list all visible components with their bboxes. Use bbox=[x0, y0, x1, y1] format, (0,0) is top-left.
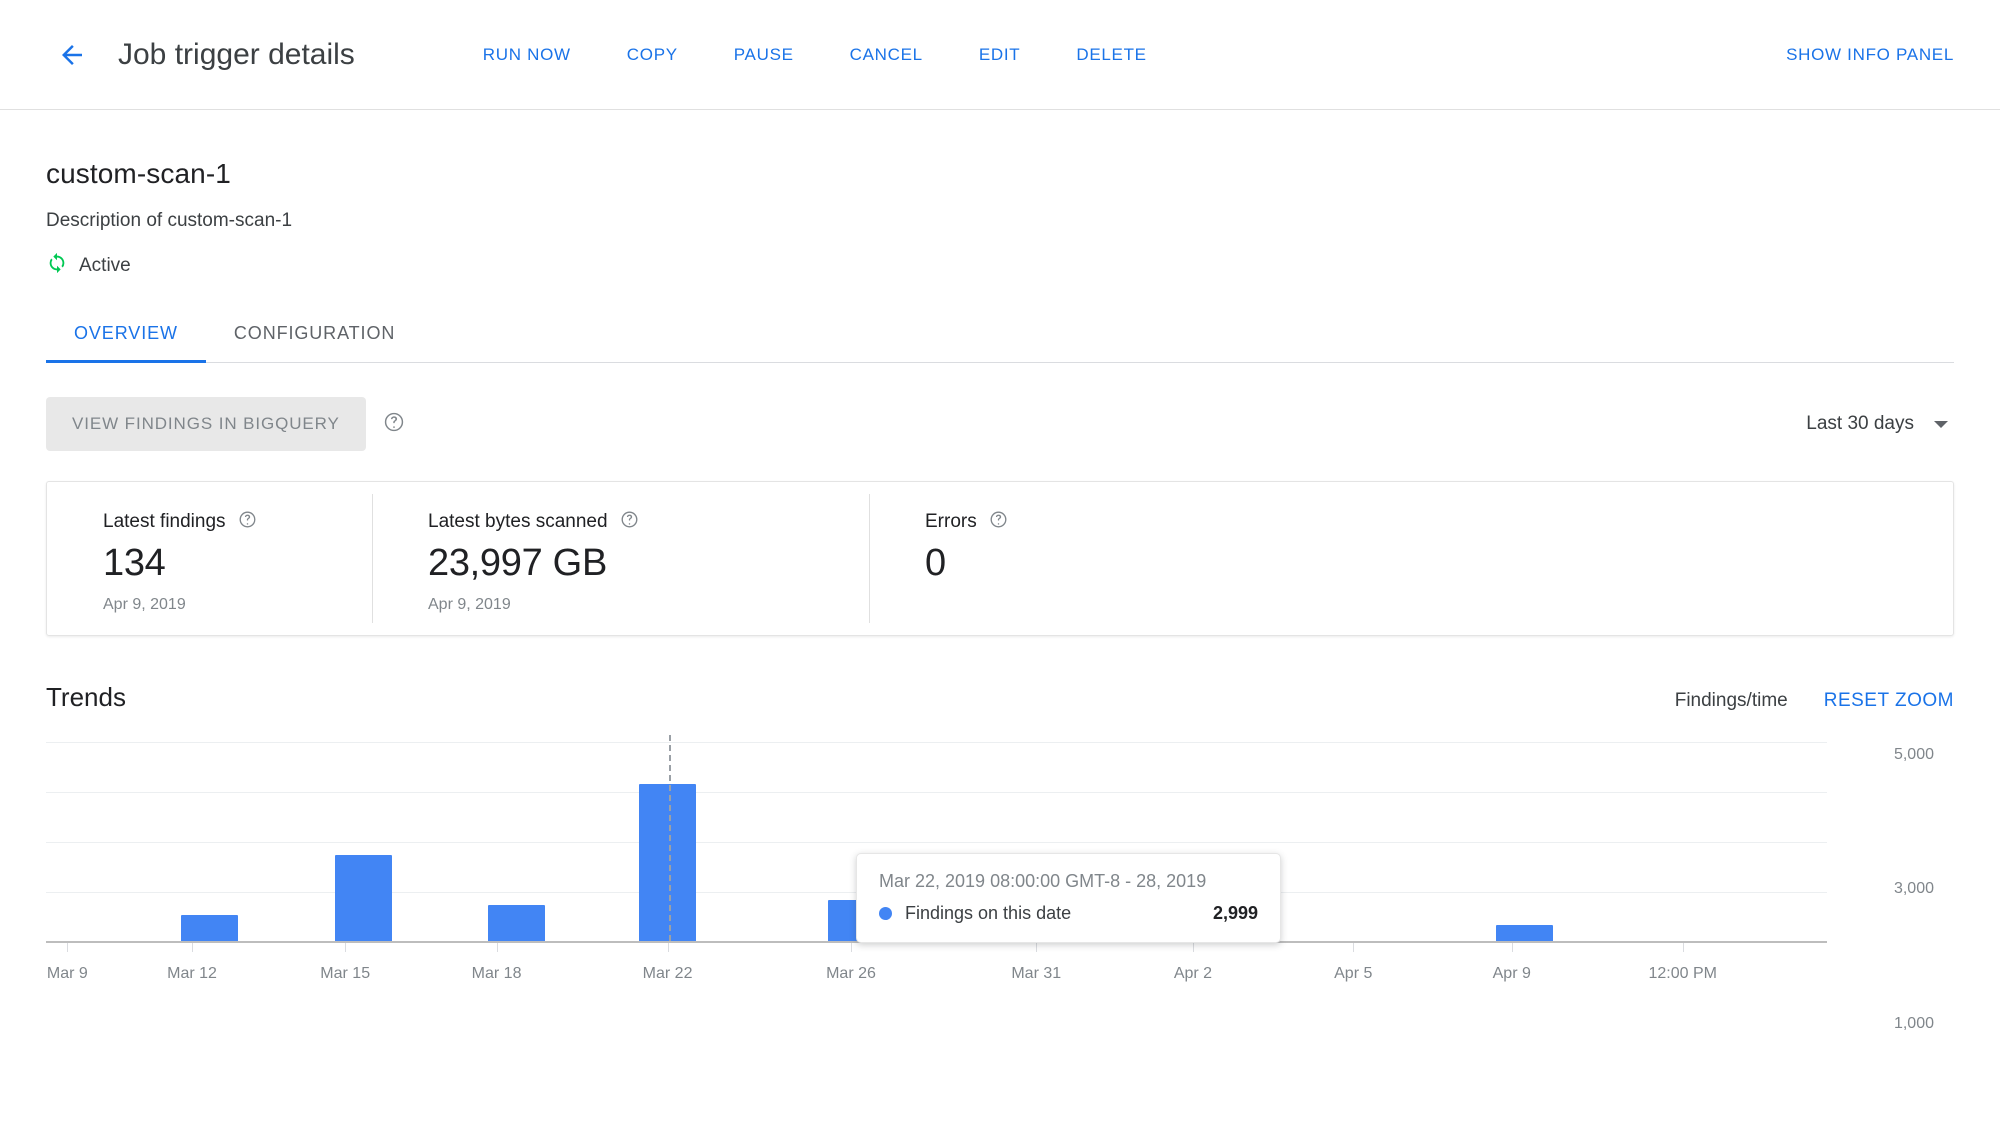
page-title: Job trigger details bbox=[118, 37, 355, 71]
chart-gridline bbox=[46, 792, 1827, 794]
chart-x-tick bbox=[851, 943, 852, 952]
card-value: 23,997 GB bbox=[428, 542, 607, 584]
chart-y-tick-label: 1,000 bbox=[1893, 1015, 1934, 1033]
metric-label: Findings/time bbox=[1674, 690, 1788, 711]
card-header: Latest findings bbox=[103, 510, 372, 534]
card-title: Errors bbox=[925, 511, 977, 532]
scan-name: custom-scan-1 bbox=[46, 158, 231, 189]
chart-bar[interactable] bbox=[639, 783, 697, 941]
help-circle-icon[interactable] bbox=[383, 411, 405, 438]
help-circle-icon[interactable] bbox=[989, 510, 1008, 534]
chart-hover-marker bbox=[669, 735, 672, 941]
overview-toolbar: VIEW FINDINGS IN BIGQUERY Last 30 days bbox=[46, 397, 1954, 451]
chart-x-tick-label: Mar 26 bbox=[826, 965, 876, 982]
active-refresh-icon bbox=[46, 252, 68, 279]
chart-x-tick bbox=[345, 943, 347, 952]
chart-x-tick-label: Mar 22 bbox=[642, 965, 693, 982]
delete-button[interactable]: DELETE bbox=[1048, 35, 1174, 75]
scan-description: Description of custom-scan-1 bbox=[46, 210, 293, 231]
chart-tooltip: Mar 22, 2019 08:00:00 GMT-8 - 28, 2019 F… bbox=[856, 853, 1281, 943]
chart-bar[interactable] bbox=[487, 904, 545, 941]
chart-bar[interactable] bbox=[1495, 925, 1553, 941]
card-date: Apr 9, 2019 bbox=[428, 596, 511, 613]
tab-bar: OVERVIEW CONFIGURATION bbox=[46, 323, 1954, 363]
card-latest-bytes-scanned: Latest bytes scanned 23,997 GB Apr 9, 20… bbox=[372, 482, 869, 635]
chart-y-tick-label: 3,000 bbox=[1893, 880, 1934, 898]
chart-gridline bbox=[46, 742, 1827, 744]
back-button[interactable] bbox=[50, 33, 94, 77]
chart-x-tick-label: Apr 9 bbox=[1492, 965, 1531, 982]
chart-x-tick bbox=[1192, 943, 1194, 952]
card-latest-findings: Latest findings 134 Apr 9, 2019 bbox=[47, 482, 372, 635]
tab-overview[interactable]: OVERVIEW bbox=[46, 323, 206, 363]
time-range-value: Last 30 days bbox=[1806, 413, 1914, 434]
edit-button[interactable]: EDIT bbox=[951, 35, 1049, 75]
card-value: 134 bbox=[103, 542, 166, 584]
chart-x-tick-label: Mar 31 bbox=[1011, 965, 1062, 982]
chart-x-tick-label: Apr 2 bbox=[1173, 965, 1213, 982]
card-header: Latest bytes scanned bbox=[428, 510, 869, 534]
time-range-dropdown[interactable]: Last 30 days bbox=[1806, 413, 1954, 435]
status-badge: Active bbox=[46, 252, 1954, 279]
help-circle-icon[interactable] bbox=[620, 510, 639, 534]
chart-x-tick bbox=[192, 943, 194, 952]
chart-x-tick bbox=[1353, 943, 1355, 952]
chevron-down-icon bbox=[1934, 420, 1948, 428]
card-value: 0 bbox=[925, 542, 946, 584]
chart-x-tick-label: Mar 9 bbox=[46, 965, 88, 982]
chart-x-tick-label: Apr 5 bbox=[1334, 965, 1373, 982]
status-label: Active bbox=[79, 254, 131, 276]
cancel-button[interactable]: CANCEL bbox=[822, 35, 951, 75]
arrow-left-icon bbox=[57, 40, 87, 70]
chart-x-tick bbox=[67, 943, 69, 952]
chart-gridline bbox=[46, 842, 1827, 844]
run-now-button[interactable]: RUN NOW bbox=[455, 35, 599, 75]
chart-x-tick-label: 12:00 PM bbox=[1648, 965, 1717, 982]
tooltip-date-range: Mar 22, 2019 08:00:00 GMT-8 - 28, 2019 bbox=[879, 871, 1207, 891]
show-info-panel-button[interactable]: SHOW INFO PANEL bbox=[1780, 35, 1960, 75]
tab-configuration[interactable]: CONFIGURATION bbox=[206, 323, 423, 362]
chart-y-tick-label: 5,000 bbox=[1893, 745, 1934, 763]
card-errors: Errors 0 bbox=[869, 482, 1953, 635]
app-bar: Job trigger details RUN NOW COPY PAUSE C… bbox=[0, 0, 2000, 110]
trends-header: Trends Findings/time RESET ZOOM bbox=[46, 682, 1954, 713]
card-title: Latest bytes scanned bbox=[428, 511, 608, 532]
tooltip-series-row: Findings on this date 2,999 bbox=[879, 903, 1258, 924]
card-title: Latest findings bbox=[103, 511, 226, 532]
tooltip-series-value: 2,999 bbox=[1212, 903, 1258, 923]
chart-x-tick bbox=[1682, 943, 1684, 952]
appbar-actions: RUN NOW COPY PAUSE CANCEL EDIT DELETE bbox=[455, 35, 1175, 75]
card-date: Apr 9, 2019 bbox=[103, 596, 186, 613]
page-content: custom-scan-1 Description of custom-scan… bbox=[0, 158, 2000, 1032]
chart-x-tick bbox=[667, 943, 669, 952]
view-findings-in-bigquery-button[interactable]: VIEW FINDINGS IN BIGQUERY bbox=[46, 397, 366, 451]
chart-bar[interactable] bbox=[181, 915, 239, 941]
series-color-dot-icon bbox=[879, 907, 892, 920]
chart-x-tick bbox=[1036, 943, 1038, 952]
card-header: Errors bbox=[925, 510, 1953, 534]
chart-x-tick bbox=[496, 943, 498, 952]
findings-trend-chart[interactable]: 5,0003,0001,0005000 Mar 9Mar 12Mar 15Mar… bbox=[46, 735, 1954, 1032]
trends-header-right: Findings/time RESET ZOOM bbox=[1675, 690, 1954, 712]
reset-zoom-button[interactable]: RESET ZOOM bbox=[1824, 690, 1954, 712]
chart-x-tick-label: Mar 12 bbox=[167, 965, 217, 982]
chart-x-tick-label: Mar 18 bbox=[471, 965, 522, 982]
pause-button[interactable]: PAUSE bbox=[706, 35, 822, 75]
chart-bar[interactable] bbox=[334, 854, 392, 941]
tooltip-series-name: Findings on this date bbox=[905, 903, 1072, 923]
chart-x-tick-label: Mar 15 bbox=[320, 965, 371, 982]
help-circle-icon[interactable] bbox=[238, 510, 257, 534]
trends-title: Trends bbox=[46, 682, 126, 712]
summary-cards: Latest findings 134 Apr 9, 2019 Latest b… bbox=[46, 481, 1954, 636]
copy-button[interactable]: COPY bbox=[599, 35, 706, 75]
chart-x-tick bbox=[1511, 943, 1513, 952]
appbar-right: SHOW INFO PANEL bbox=[1780, 35, 1960, 75]
